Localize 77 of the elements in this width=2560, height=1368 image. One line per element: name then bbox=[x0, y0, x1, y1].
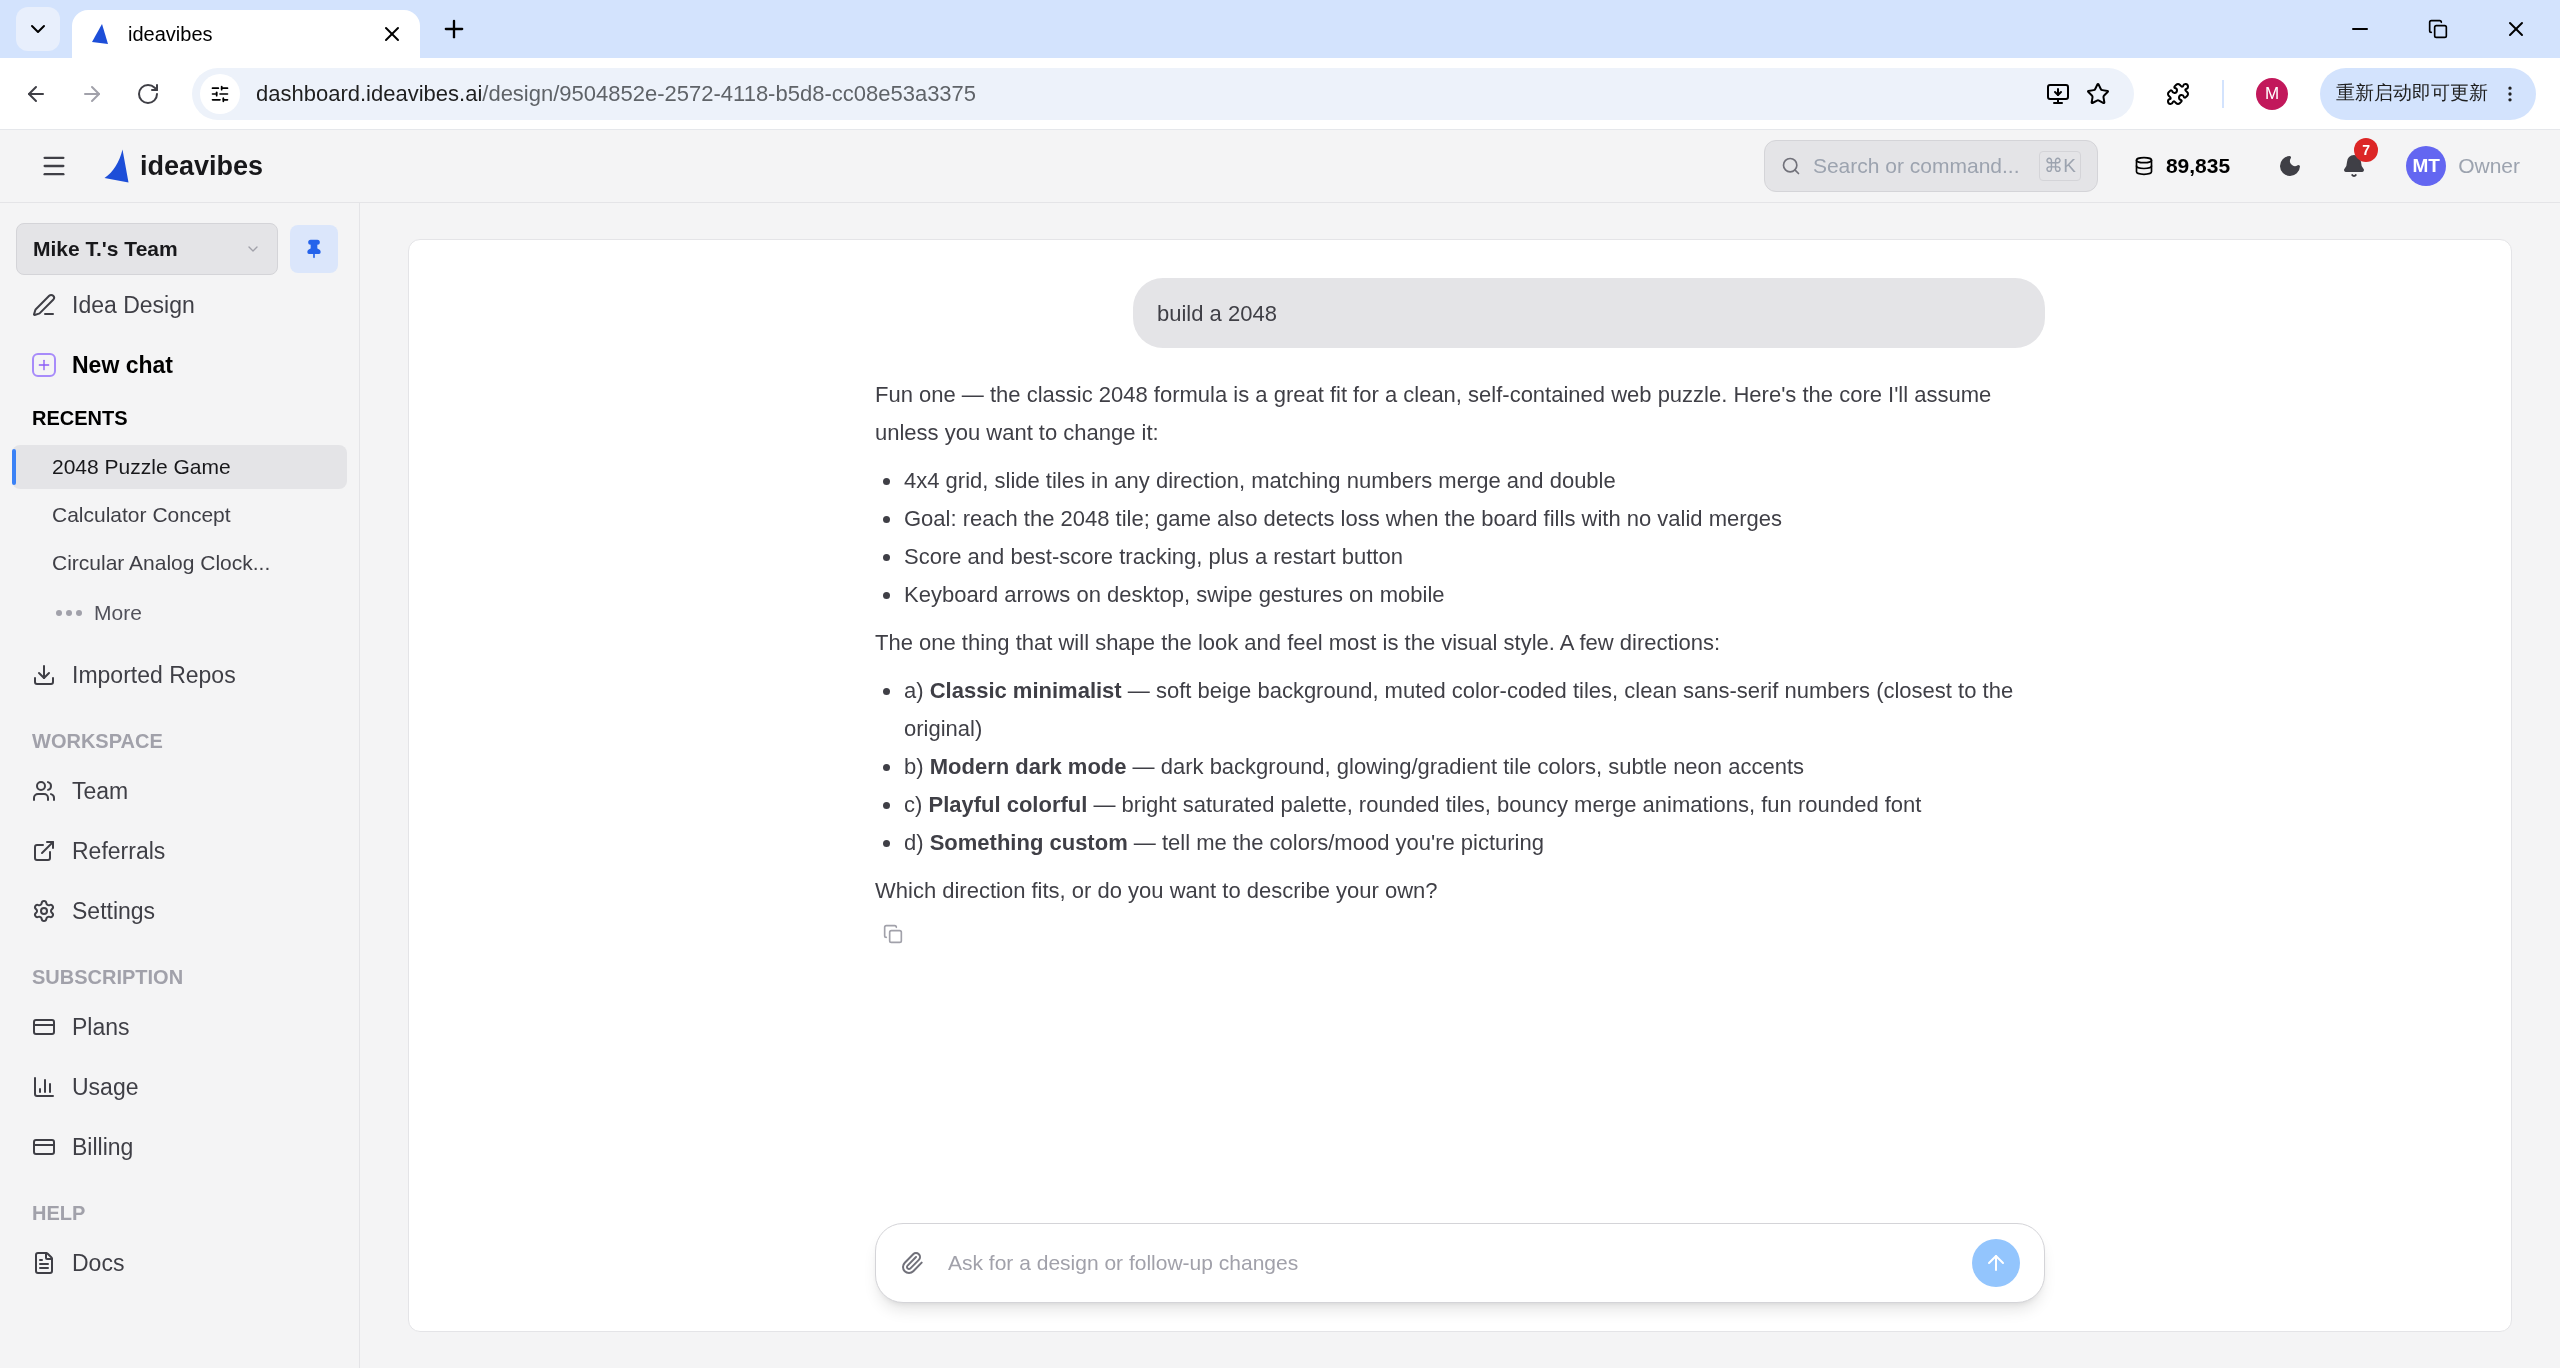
search-icon bbox=[1780, 156, 1801, 176]
section-heading: SUBSCRIPTION bbox=[31, 965, 185, 990]
pen-icon bbox=[32, 293, 56, 317]
copy-icon[interactable] bbox=[883, 924, 903, 944]
settings-icon bbox=[32, 899, 56, 923]
more-button[interactable]: More bbox=[0, 589, 359, 637]
bullet-icon bbox=[883, 554, 890, 561]
install-icon[interactable] bbox=[2046, 81, 2070, 106]
sidebar-item[interactable]: Billing bbox=[0, 1117, 359, 1177]
import-icon bbox=[32, 663, 56, 687]
message-field[interactable]: Ask for a design or follow-up changes bbox=[948, 1247, 1948, 1279]
document-icon bbox=[32, 1251, 56, 1275]
brand-name: ideavibes bbox=[140, 149, 264, 183]
bullet-icon bbox=[883, 478, 890, 485]
chat-input[interactable]: Ask for a design or follow-up changes bbox=[875, 1223, 2045, 1303]
reply-paragraph: Which direction fits, or do you want to describe your own? bbox=[875, 877, 1439, 905]
section-heading: WORKSPACE bbox=[31, 729, 164, 754]
sidebar-item[interactable]: Team bbox=[0, 761, 359, 821]
address-bar[interactable]: dashboard.ideavibes.ai/design/9504852e-2572-4118-b5d8-cc08e53a3375 bbox=[192, 67, 2134, 120]
list-item: Keyboard arrows on desktop, swipe gestures on mobile bbox=[904, 581, 1445, 609]
browser-tab[interactable]: ideavibes bbox=[72, 10, 420, 58]
bullet-icon bbox=[883, 592, 890, 599]
sidebar-item[interactable]: Plans bbox=[0, 997, 359, 1057]
list-item: b) Modern dark mode — dark background, glowing/gradient tile colors, subtle neon accents bbox=[904, 753, 1804, 781]
reply-paragraph: The one thing that will shape the look and feel most is the visual style. A few directions: bbox=[875, 629, 1722, 657]
notifications-icon[interactable] bbox=[2342, 154, 2367, 178]
sidebar-item[interactable]: Usage bbox=[0, 1057, 359, 1117]
sidebar-item[interactable]: New chat bbox=[0, 335, 359, 395]
profile-avatar[interactable]: M bbox=[2256, 77, 2288, 110]
list-item: d) Something custom — tell me the colors/mood you're picturing bbox=[904, 829, 1544, 857]
bullet-icon bbox=[883, 840, 890, 847]
recent-chat-item[interactable]: Circular Analog Clock... bbox=[12, 541, 347, 585]
bullet-icon bbox=[883, 764, 890, 771]
shortcut-key: ⌘K bbox=[2039, 150, 2081, 182]
bar-chart-icon bbox=[32, 1075, 56, 1099]
restore-icon[interactable] bbox=[2428, 19, 2448, 39]
recent-chat-item[interactable]: Calculator Concept bbox=[12, 493, 347, 537]
bullet-icon bbox=[883, 802, 890, 809]
user-avatar[interactable]: MT bbox=[2406, 146, 2447, 186]
url-text: dashboard.ideavibes.ai/design/9504852e-2572-4118-b5d8-cc08e53a3375 bbox=[256, 80, 978, 108]
site-settings-icon[interactable] bbox=[210, 83, 230, 104]
user-role: Owner bbox=[2458, 153, 2520, 180]
bullet-icon bbox=[883, 688, 890, 695]
pin-button[interactable] bbox=[290, 225, 338, 273]
list-item: Goal: reach the 2048 tile; game also detects loss when the board fills with no valid merges bbox=[904, 505, 1783, 533]
attach-icon[interactable] bbox=[900, 1251, 924, 1275]
plus-icon bbox=[32, 353, 56, 377]
recent-chat-item[interactable]: 2048 Puzzle Game bbox=[12, 445, 347, 489]
external-link-icon bbox=[32, 839, 56, 863]
reply-paragraph: Fun one — the classic 2048 formula is a great fit for a clean, self-contained web puzzle. Here's the core I'll assume unless you want to change it: bbox=[875, 381, 1993, 447]
list-item: a) Classic minimalist — soft beige background, muted color-coded tiles, clean sans-serif numbers (closest to the original) bbox=[904, 677, 2015, 743]
bookmark-star-icon[interactable] bbox=[2086, 81, 2110, 106]
list-item: 4x4 grid, slide tiles in any direction, matching numbers merge and double bbox=[904, 467, 1616, 495]
credits-balance: 89,835 bbox=[2165, 153, 2231, 180]
reload-icon[interactable] bbox=[136, 81, 160, 106]
coins-icon bbox=[2133, 156, 2154, 176]
tab-title: ideavibes bbox=[128, 22, 214, 47]
section-heading: RECENTS bbox=[31, 406, 129, 431]
notification-count: 7 bbox=[2354, 138, 2379, 162]
list-item: Score and best-score tracking, plus a restart button bbox=[904, 543, 1403, 571]
bullet-icon bbox=[883, 516, 890, 523]
user-message: build a 2048 bbox=[1133, 278, 2045, 348]
pin-icon bbox=[304, 239, 324, 259]
team-icon bbox=[32, 779, 56, 803]
team-selector[interactable]: Mike T.'s Team bbox=[16, 223, 278, 275]
list-item: c) Playful colorful — bright saturated palette, rounded tiles, bouncy merge animations, fun rounded font bbox=[904, 791, 1922, 819]
sidebar-item[interactable]: Docs bbox=[0, 1233, 359, 1293]
extensions-icon[interactable] bbox=[2166, 81, 2190, 106]
sidebar-item[interactable]: Imported Repos bbox=[0, 645, 359, 705]
tab-list-button[interactable] bbox=[16, 7, 60, 51]
dark-mode-icon[interactable] bbox=[2278, 154, 2303, 178]
section-heading: HELP bbox=[31, 1201, 87, 1226]
dots-icon bbox=[56, 610, 82, 616]
sidebar-item[interactable]: Idea Design bbox=[0, 275, 359, 335]
sidebar-item[interactable]: Settings bbox=[0, 881, 359, 941]
update-button[interactable]: 重新启动即可更新 bbox=[2320, 67, 2536, 120]
sidebar-item[interactable]: Referrals bbox=[0, 821, 359, 881]
